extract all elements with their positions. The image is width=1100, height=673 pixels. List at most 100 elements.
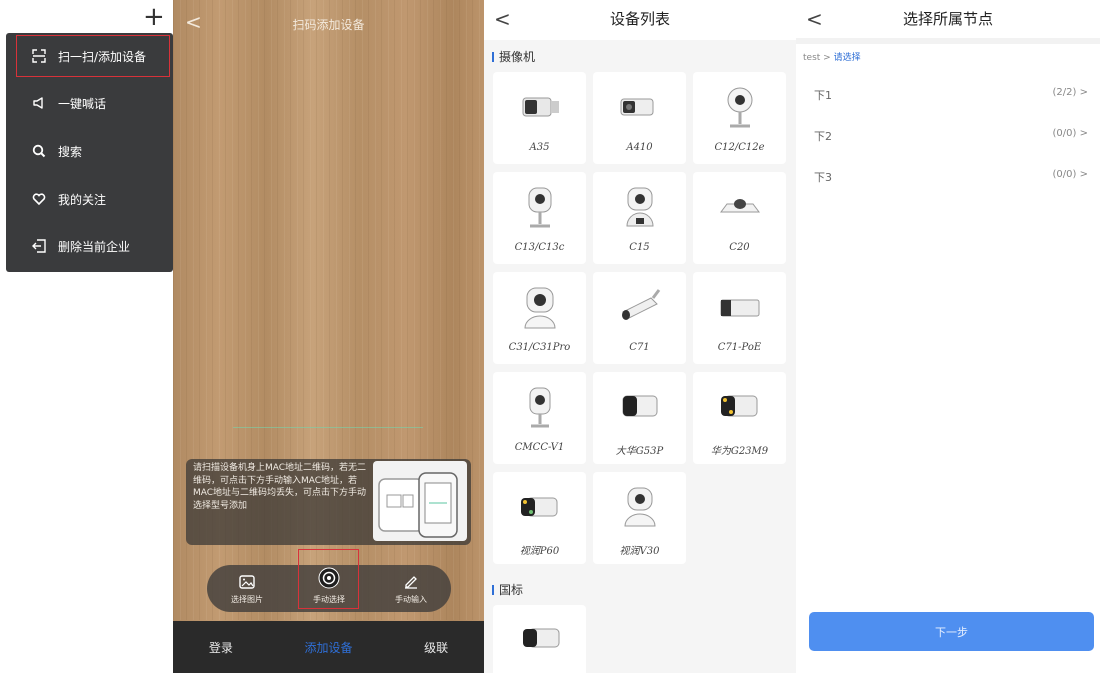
breadcrumb-separator: > (823, 53, 831, 63)
device-card-dahua-g53p[interactable]: 大华G53P (593, 372, 686, 464)
menu-item-favorites[interactable]: 我的关注 (6, 179, 173, 219)
bullet-camera-icon (523, 628, 560, 648)
qr-illustration (373, 461, 467, 541)
menu-item-scan-add[interactable]: 扫一扫/添加设备 (16, 35, 170, 77)
device-label: C71-PoE (717, 342, 762, 353)
manual-input-button[interactable]: 手动输入 (376, 565, 446, 612)
page-title: 选择所属节点 (902, 10, 993, 28)
device-card-c20[interactable]: C20 (693, 172, 786, 264)
node-row[interactable]: 下1 (2/2) > (796, 87, 1100, 131)
device-label: CMCC-V1 (514, 442, 565, 453)
scan-line (233, 427, 423, 428)
cube-camera-icon (727, 87, 753, 128)
menu-item-label: 我的关注 (58, 192, 107, 207)
device-card-shirun-p60[interactable]: 视润P60 (493, 472, 586, 564)
scan-hint-card: 请扫描设备机身上MAC地址二维码，若无二维码，可点击下方手动输入MAC地址，若M… (186, 459, 471, 545)
device-card-shirun-v30[interactable]: 视润V30 (593, 472, 686, 564)
menu-item-search[interactable]: 搜索 (6, 131, 173, 171)
node-count: (0/0) > (1052, 128, 1088, 139)
page-title: 扫码添加设备 (292, 18, 365, 32)
section-marker (492, 51, 494, 62)
tab-login[interactable]: 登录 (209, 639, 233, 656)
chevron-right-icon: > (1079, 128, 1088, 139)
scan-screen: < 扫码添加设备 请扫描设备机身上MAC地址二维码，若无二维码，可点击下方手动输… (173, 0, 484, 673)
device-label: C20 (729, 242, 750, 253)
menu-item-broadcast[interactable]: 一键喊话 (6, 83, 173, 123)
menu-item-label: 扫一扫/添加设备 (58, 49, 147, 64)
heart-icon (32, 192, 46, 206)
device-card-c71[interactable]: C71 (593, 272, 686, 364)
section-title: 国标 (499, 583, 524, 597)
highlight-box (298, 549, 359, 609)
bullet-camera-icon (622, 289, 661, 320)
section-title: 摄像机 (499, 50, 536, 64)
section-camera-header: 摄像机 (492, 48, 535, 65)
breadcrumb-root[interactable]: test (803, 53, 820, 63)
image-icon (239, 575, 255, 591)
device-label: C71 (629, 342, 650, 353)
device-card-a35[interactable]: A35 (493, 72, 586, 164)
device-label: 华为G23M9 (710, 446, 769, 457)
device-label: C13/C13c (514, 242, 565, 253)
device-label: C12/C12e (714, 142, 765, 153)
tab-cascade[interactable]: 级联 (424, 639, 448, 656)
node-name: 下2 (814, 130, 832, 143)
next-step-button[interactable]: 下一步 (809, 612, 1094, 651)
tool-label: 手动输入 (395, 595, 427, 604)
device-card-c15[interactable]: C15 (593, 172, 686, 264)
bottom-tabbar: 登录 添加设备 级联 (173, 621, 484, 673)
device-card-c71-poe[interactable]: C71-PoE (693, 272, 786, 364)
ptz-camera-icon (524, 287, 556, 329)
cube-camera-icon (528, 187, 552, 228)
scan-icon (32, 49, 46, 63)
choose-image-button[interactable]: 选择图片 (212, 565, 282, 612)
device-card-gb[interactable] (493, 605, 586, 673)
device-label: C31/C31Pro (508, 342, 571, 353)
device-label: 视润V30 (619, 546, 660, 557)
device-label: 视润P60 (519, 546, 560, 557)
speaker-icon (32, 96, 46, 110)
menu-item-delete-enterprise[interactable]: 删除当前企业 (6, 226, 173, 266)
device-list-screen: < 设备列表 摄像机 A35 A410 C12/C12e C13/C13c C1… (484, 0, 796, 673)
device-card-c12[interactable]: C12/C12e (693, 72, 786, 164)
bullet-camera-icon (620, 98, 654, 116)
dome-camera-icon (720, 199, 760, 213)
device-label: A35 (529, 142, 550, 153)
tab-add-device[interactable]: 添加设备 (304, 639, 352, 656)
bullet-camera-icon (720, 299, 760, 317)
device-card-c31[interactable]: C31/C31Pro (493, 272, 586, 364)
divider (796, 38, 1100, 44)
exit-icon (32, 239, 46, 253)
ptz-camera-icon (624, 487, 656, 527)
device-label: C15 (629, 242, 650, 253)
add-plus-icon[interactable]: + (143, 4, 165, 30)
search-icon (32, 144, 46, 158)
device-card-huawei-g23m9[interactable]: 华为G23M9 (693, 372, 786, 464)
node-row[interactable]: 下3 (0/0) > (796, 169, 1100, 213)
bullet-camera-icon (521, 497, 558, 517)
chevron-right-icon: > (1079, 87, 1088, 98)
bullet-camera-icon (622, 395, 658, 417)
menu-item-label: 搜索 (58, 144, 83, 159)
breadcrumb-current: 请选择 (833, 53, 861, 63)
device-label: 大华G53P (615, 446, 664, 457)
bullet-camera-icon (721, 395, 758, 417)
node-name: 下3 (814, 171, 832, 184)
pencil-icon (403, 573, 419, 591)
section-marker (492, 584, 494, 595)
scan-hint-text: 请扫描设备机身上MAC地址二维码，若无二维码，可点击下方手动输入MAC地址，若M… (193, 463, 367, 511)
ptz-camera-icon (626, 187, 654, 227)
bullet-camera-icon (522, 97, 559, 117)
device-label: A410 (626, 142, 653, 153)
device-card-c13[interactable]: C13/C13c (493, 172, 586, 264)
node-row[interactable]: 下2 (0/0) > (796, 128, 1100, 172)
breadcrumb: test > 请选择 (803, 50, 861, 63)
node-name: 下1 (814, 89, 832, 102)
device-card-cmcc-v1[interactable]: CMCC-V1 (493, 372, 586, 464)
menu-item-label: 删除当前企业 (58, 239, 131, 254)
chevron-right-icon: > (1079, 169, 1088, 180)
device-card-a410[interactable]: A410 (593, 72, 686, 164)
select-node-screen: < 选择所属节点 test > 请选择 下1 (2/2) > 下2 (0/0) … (796, 0, 1100, 673)
page-title: 设备列表 (609, 10, 670, 28)
node-count: (2/2) > (1052, 87, 1088, 98)
